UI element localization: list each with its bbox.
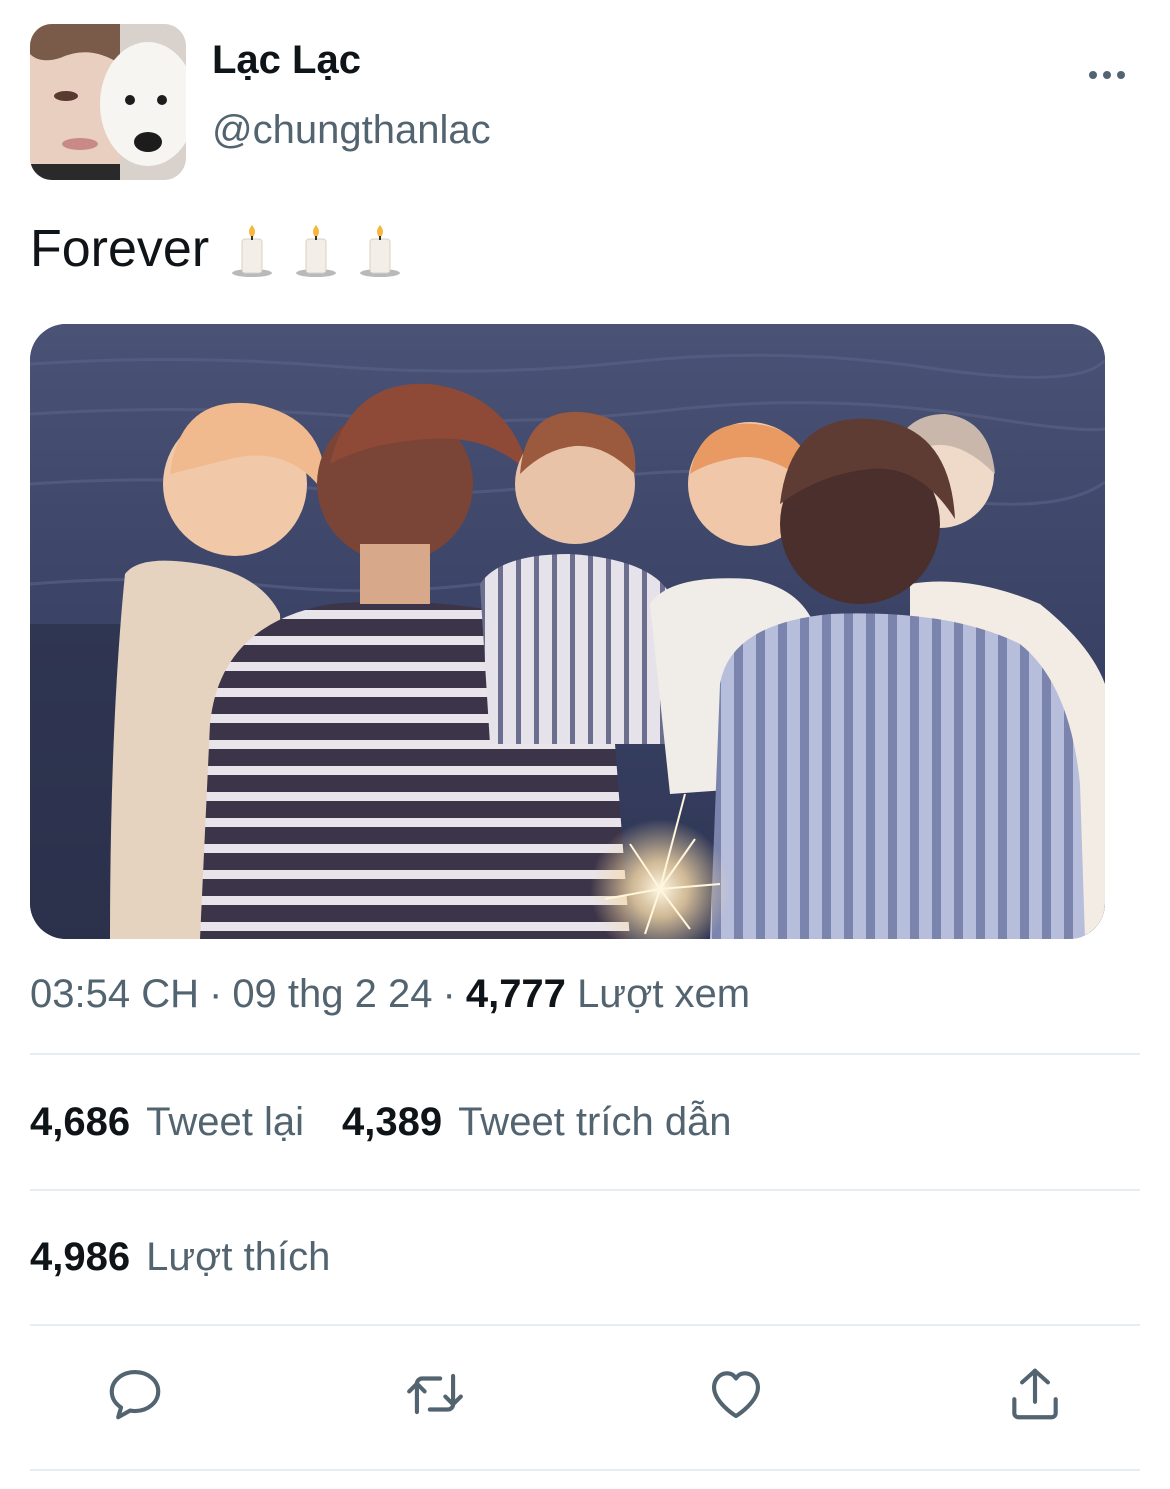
- retweet-button[interactable]: [403, 1362, 467, 1426]
- more-dot: [1103, 71, 1111, 79]
- meta-separator: ·: [442, 972, 456, 1016]
- candle-icon: [232, 225, 273, 277]
- tweet-time: 03:54 CH: [30, 972, 199, 1016]
- candle-emojis: [229, 221, 403, 277]
- quotes-count: 4,389: [341, 1100, 443, 1144]
- retweet-quote-stats: 4,686 Tweet lại 4,389 Tweet trích dẫn: [30, 1094, 770, 1150]
- reply-icon: [109, 1369, 161, 1420]
- more-options-button[interactable]: [1080, 56, 1134, 94]
- like-button[interactable]: [704, 1362, 768, 1426]
- more-dot: [1089, 71, 1097, 79]
- quotes-label: Tweet trích dẫn: [458, 1100, 732, 1144]
- retweet-icon: [407, 1373, 463, 1415]
- heart-icon: [711, 1371, 761, 1419]
- likes-label: Lượt thích: [146, 1235, 331, 1279]
- share-icon: [1012, 1368, 1058, 1420]
- retweets-count: 4,686: [30, 1100, 131, 1144]
- reply-button[interactable]: [103, 1362, 167, 1426]
- tweet-text: Forever: [30, 216, 403, 282]
- views-label: Lượt xem: [577, 972, 751, 1016]
- meta-separator: ·: [208, 972, 223, 1016]
- views-count: 4,777: [465, 972, 566, 1016]
- tweet-meta: 03:54 CH · 09 thg 2 24 · 4,777 Lượt xem: [30, 966, 750, 1022]
- share-button[interactable]: [1003, 1362, 1067, 1426]
- author-display-name[interactable]: Lạc Lạc: [212, 36, 361, 84]
- author-handle[interactable]: @chungthanlac: [212, 104, 491, 156]
- quotes-stat[interactable]: 4,389 Tweet trích dẫn: [342, 1094, 732, 1150]
- divider: [30, 1053, 1140, 1055]
- more-dot: [1117, 71, 1125, 79]
- divider: [30, 1324, 1140, 1326]
- tweet-media-image[interactable]: [30, 324, 1105, 939]
- retweets-label: Tweet lại: [146, 1100, 304, 1144]
- author-avatar[interactable]: [30, 24, 186, 180]
- likes-stat[interactable]: 4,986 Lượt thích: [30, 1229, 330, 1285]
- retweets-stat[interactable]: 4,686 Tweet lại: [30, 1094, 304, 1150]
- candle-icon: [296, 225, 337, 277]
- divider: [30, 1469, 1140, 1471]
- tweet-date: 09 thg 2 24: [232, 972, 433, 1016]
- divider: [30, 1189, 1140, 1191]
- tweet-text-content: Forever: [30, 220, 210, 278]
- likes-count: 4,986: [30, 1235, 131, 1279]
- candle-icon: [360, 225, 401, 277]
